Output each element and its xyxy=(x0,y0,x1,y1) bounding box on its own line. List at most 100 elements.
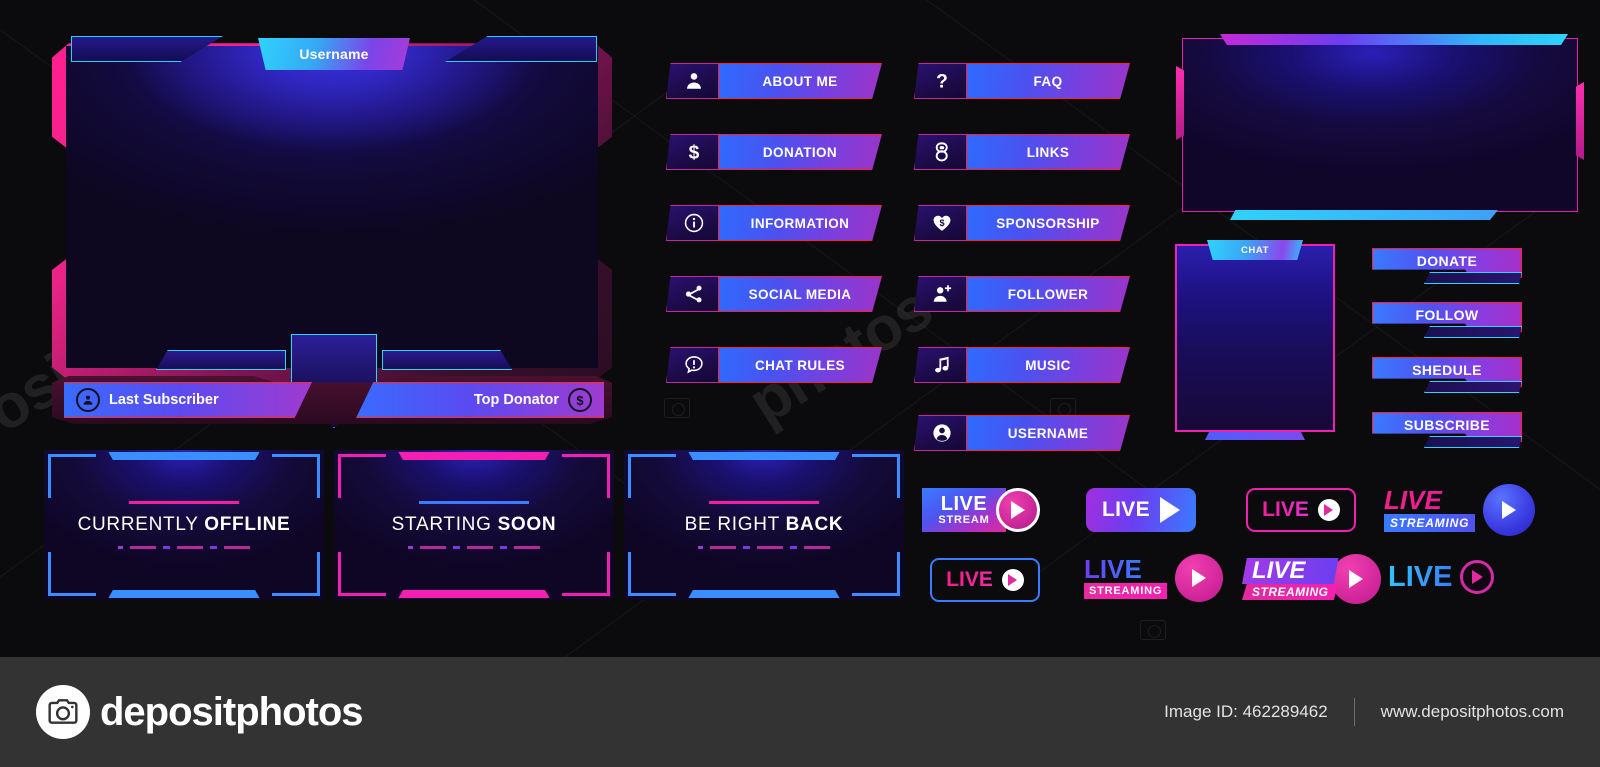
question-icon: ? xyxy=(914,63,970,99)
screen-rule xyxy=(419,501,529,504)
chat-panel-tab[interactable]: CHAT xyxy=(1207,240,1303,260)
user-circle-icon xyxy=(914,415,970,451)
live-label: LIVE xyxy=(946,568,993,591)
alert-chat-icon xyxy=(666,347,722,383)
live-streaming-block-badge[interactable]: LIVE STREAMING xyxy=(1084,554,1224,602)
live-ring-badge[interactable]: LIVE xyxy=(1388,560,1495,594)
stream-overlay-left-accent xyxy=(1176,66,1184,140)
menu-button-sponsorship[interactable]: $ SPONSORSHIP xyxy=(914,205,1130,241)
screen-title: CURRENTLY OFFLINE xyxy=(78,514,291,536)
menu-button-social-media[interactable]: SOCIAL MEDIA xyxy=(666,276,882,312)
live-outline-blue-badge[interactable]: LIVE xyxy=(930,558,1040,602)
screen-title-bold: BACK xyxy=(785,514,844,535)
user-icon xyxy=(76,388,100,412)
play-icon xyxy=(1460,560,1495,594)
live-label: LIVE xyxy=(1242,558,1339,584)
menu-label: LINKS xyxy=(966,134,1130,170)
play-icon[interactable] xyxy=(1330,554,1381,604)
menu-button-chat-rules[interactable]: CHAT RULES xyxy=(666,347,882,383)
music-note-icon xyxy=(914,347,970,383)
screen-rule xyxy=(129,501,239,504)
user-plus-icon xyxy=(914,276,970,312)
live-streaming-italic-text: LIVE STREAMING xyxy=(1384,487,1476,532)
live-label: LIVE xyxy=(1384,487,1475,513)
donate-button[interactable]: DONATE xyxy=(1372,248,1522,288)
share-icon xyxy=(666,276,722,312)
live-label: LIVE xyxy=(1084,554,1142,584)
menu-button-donation[interactable]: $ DONATION xyxy=(666,134,882,170)
footer-divider xyxy=(1353,698,1355,726)
screen-title-light: BE RIGHT xyxy=(684,514,780,535)
top-donator-label: Top Donator xyxy=(473,392,559,408)
depositphotos-footer: depositphotos Image ID: 462289462 www.de… xyxy=(0,657,1600,767)
webcam-lower-wing-left xyxy=(156,350,286,370)
menu-label: MUSIC xyxy=(966,347,1130,383)
live-streaming-slant-badge[interactable]: LIVE STREAMING xyxy=(1242,554,1381,604)
live-outline-pink-badge[interactable]: LIVE xyxy=(1246,488,1356,532)
dollar-icon: $ xyxy=(666,134,722,170)
live-streaming-slant-text: LIVE STREAMING xyxy=(1242,558,1339,600)
poster-canvas: ositphotos photos Username Last Subscrib… xyxy=(0,0,1600,767)
play-icon xyxy=(1001,569,1024,591)
streaming-label: STREAMING xyxy=(1242,584,1339,600)
screen-currently-offline: CURRENTLY OFFLINE xyxy=(44,450,324,600)
screen-starting-soon: STARTING SOON xyxy=(334,450,614,600)
menu-button-links[interactable]: LINKS xyxy=(914,134,1130,170)
live-label: LIVE xyxy=(1262,498,1309,521)
stream-overlay-top-accent xyxy=(1220,34,1568,45)
live-stream-badge-text: LIVE STREAM xyxy=(922,488,1006,532)
chat-panel: CHAT xyxy=(1175,240,1335,440)
webcam-username-tab[interactable]: Username xyxy=(258,38,410,70)
live-stream-badge[interactable]: LIVE STREAM xyxy=(922,488,1040,532)
live-streaming-italic-badge[interactable]: LIVE STREAMING xyxy=(1384,484,1536,536)
play-icon[interactable] xyxy=(1175,554,1224,602)
depositphotos-wordmark: depositphotos xyxy=(100,689,364,734)
screen-title: BE RIGHT BACK xyxy=(685,514,844,536)
menu-label: INFORMATION xyxy=(718,205,882,241)
menu-label: FAQ xyxy=(966,63,1130,99)
menu-label: DONATION xyxy=(718,134,882,170)
play-icon[interactable] xyxy=(996,488,1040,532)
menu-button-faq[interactable]: ? FAQ xyxy=(914,63,1130,99)
svg-text:$: $ xyxy=(939,218,944,228)
menu-button-music[interactable]: MUSIC xyxy=(914,347,1130,383)
top-donator-pill[interactable]: Top Donator $ xyxy=(356,382,604,418)
screen-dashes xyxy=(698,546,830,549)
last-subscriber-pill[interactable]: Last Subscriber xyxy=(64,382,312,418)
stream-overlay-screen xyxy=(1182,38,1578,212)
chat-panel-tab-label: CHAT xyxy=(1240,244,1270,256)
menu-button-follower[interactable]: FOLLOWER xyxy=(914,276,1130,312)
play-icon xyxy=(1317,499,1340,521)
webcam-wing-right xyxy=(445,36,597,62)
screen-title-light: STARTING xyxy=(391,514,492,535)
screen-title: STARTING SOON xyxy=(392,514,557,536)
stream-overlay-bottom-accent xyxy=(1230,210,1498,220)
screen-rule xyxy=(709,501,819,504)
dollar-icon: $ xyxy=(568,388,592,412)
menu-button-about-me[interactable]: ABOUT ME xyxy=(666,63,882,99)
live-label: LIVE xyxy=(1102,498,1150,521)
live-pill-badge[interactable]: LIVE xyxy=(1086,488,1196,532)
menu-button-information[interactable]: INFORMATION xyxy=(666,205,882,241)
subscribe-button[interactable]: SUBSCRIBE xyxy=(1372,412,1522,452)
menu-button-username[interactable]: USERNAME xyxy=(914,415,1130,451)
info-icon xyxy=(666,205,722,241)
menu-label: SPONSORSHIP xyxy=(966,205,1130,241)
screen-title-bold: OFFLINE xyxy=(204,514,291,535)
live-streaming-block-text: LIVE STREAMING xyxy=(1084,554,1168,599)
chat-panel-body xyxy=(1175,244,1335,432)
streaming-label: STREAMING xyxy=(1084,583,1168,599)
shedule-button[interactable]: SHEDULE xyxy=(1372,357,1522,397)
webcam-lower-wing-right xyxy=(382,350,512,370)
live-label: LIVE xyxy=(940,492,988,515)
screen-dashes xyxy=(408,546,540,549)
subscribe-button-label: SUBSCRIBE xyxy=(1403,416,1491,433)
play-icon[interactable] xyxy=(1483,484,1536,536)
menu-label: SOCIAL MEDIA xyxy=(718,276,882,312)
svg-text:?: ? xyxy=(936,71,948,92)
menu-label: FOLLOWER xyxy=(966,276,1130,312)
link-icon xyxy=(914,134,970,170)
follow-button[interactable]: FOLLOW xyxy=(1372,302,1522,342)
menu-label: ABOUT ME xyxy=(718,63,882,99)
screen-title-light: CURRENTLY xyxy=(77,514,199,535)
